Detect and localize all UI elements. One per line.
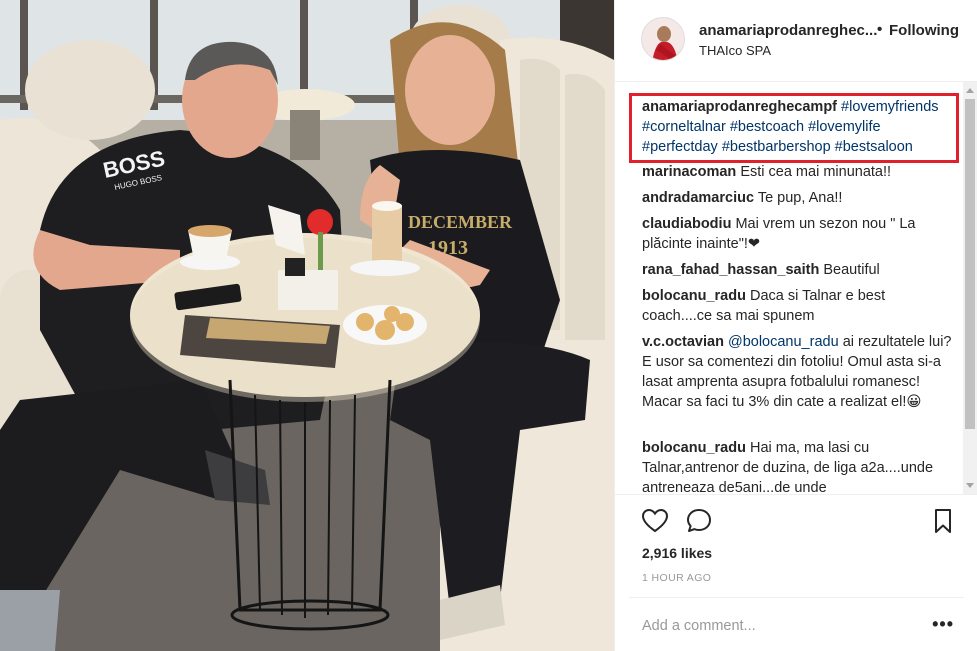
- hashtag[interactable]: #lovemylife: [808, 119, 881, 135]
- comment: rana_fahad_hassan_saith Beautiful: [642, 260, 952, 280]
- follow-separator: •: [877, 21, 883, 38]
- hashtag[interactable]: #bestsaloon: [835, 139, 913, 155]
- comment-username[interactable]: v.c.octavian: [642, 334, 724, 350]
- comments-scrollbar[interactable]: [963, 82, 977, 494]
- comment: claudiabodiu Mai vrem un sezon nou " La …: [642, 214, 952, 254]
- hashtag[interactable]: #bestbarbershop: [722, 139, 831, 155]
- comment-username[interactable]: rana_fahad_hassan_saith: [642, 262, 819, 278]
- post-actions: 2,916 likes 1 HOUR AGO Add a comment... …: [615, 494, 977, 651]
- post-photo[interactable]: DECEMBER 1913 BOSS HUGO BOSS: [0, 0, 614, 651]
- comment-username[interactable]: bolocanu_radu: [642, 288, 746, 304]
- avatar-image: [642, 18, 684, 60]
- comments-list[interactable]: anamariaprodanreghecampf #lovemyfriends …: [615, 82, 977, 494]
- caption-username[interactable]: anamariaprodanreghecampf: [642, 99, 837, 115]
- photo-illustration: DECEMBER 1913 BOSS HUGO BOSS: [0, 0, 614, 651]
- avatar[interactable]: [641, 17, 685, 61]
- post-header: anamariaprodanreghec... • Following THAI…: [615, 0, 977, 82]
- hashtag[interactable]: #lovemyfriends: [841, 99, 939, 115]
- scroll-up-arrow-icon[interactable]: [966, 88, 974, 93]
- scroll-down-arrow-icon[interactable]: [966, 483, 974, 488]
- add-comment-bar: Add a comment... •••: [629, 597, 964, 651]
- comment-username[interactable]: marinacoman: [642, 164, 736, 180]
- post-caption: anamariaprodanreghecampf #lovemyfriends …: [642, 97, 942, 157]
- scrollbar-thumb[interactable]: [965, 99, 975, 429]
- comment-username[interactable]: andradamarciuc: [642, 190, 754, 206]
- add-comment-input[interactable]: Add a comment...: [642, 618, 756, 634]
- comment-text: Beautiful: [823, 262, 880, 278]
- comment-username[interactable]: claudiabodiu: [642, 216, 731, 232]
- comment: andradamarciuc Te pup, Ana!!: [642, 188, 952, 208]
- likes-count[interactable]: 2,916 likes: [642, 545, 712, 561]
- comment: bolocanu_radu Hai ma, ma lasi cu Talnar,…: [642, 438, 952, 494]
- post-timestamp[interactable]: 1 HOUR AGO: [642, 572, 711, 584]
- shirt-text: DECEMBER: [408, 212, 513, 232]
- post-side-panel: anamariaprodanreghec... • Following THAI…: [614, 0, 977, 651]
- heart-icon[interactable]: [641, 507, 669, 535]
- bookmark-icon[interactable]: [929, 507, 957, 535]
- comment: marinacoman Esti cea mai minunata!!: [642, 162, 952, 182]
- post-username[interactable]: anamariaprodanreghec...: [699, 22, 877, 39]
- comment: v.c.octavian @bolocanu_radu ai rezultate…: [642, 332, 952, 412]
- comment-text: Esti cea mai minunata!!: [740, 164, 892, 180]
- comment-mention[interactable]: @bolocanu_radu: [728, 334, 839, 350]
- following-button[interactable]: Following: [889, 22, 959, 39]
- comment-icon[interactable]: [685, 507, 713, 535]
- more-options-icon[interactable]: •••: [932, 614, 954, 635]
- comment: bolocanu_radu Daca si Talnar e best coac…: [642, 286, 952, 326]
- comment-text: Te pup, Ana!!: [757, 190, 843, 206]
- post-location[interactable]: THAIco SPA: [699, 43, 771, 58]
- comment-username[interactable]: bolocanu_radu: [642, 440, 746, 456]
- hashtag[interactable]: #perfectday: [642, 139, 718, 155]
- hashtag[interactable]: #corneltalnar: [642, 119, 726, 135]
- hashtag[interactable]: #bestcoach: [730, 119, 804, 135]
